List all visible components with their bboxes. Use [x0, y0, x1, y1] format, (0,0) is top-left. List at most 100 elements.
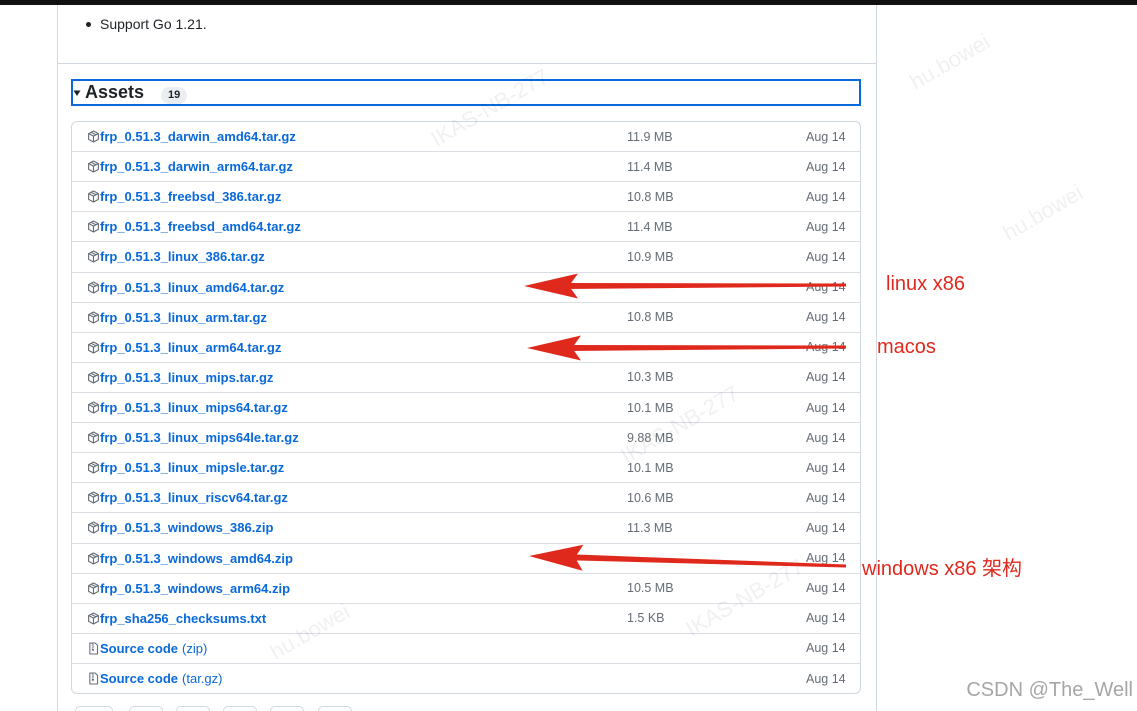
package-icon — [88, 461, 99, 474]
annotation-label: macos — [877, 336, 936, 358]
asset-date: Aug 14 — [806, 611, 846, 626]
triangle-down-icon — [73, 90, 81, 96]
package-icon — [88, 612, 99, 625]
asset-link[interactable]: frp_0.51.3_darwin_arm64.tar.gz — [87, 152, 293, 181]
reaction-button[interactable] — [318, 706, 352, 711]
package-icon — [88, 130, 99, 143]
release-note-item: Support Go 1.21. — [86, 15, 207, 33]
package-icon — [88, 371, 99, 384]
asset-name[interactable]: frp_0.51.3_linux_mips.tar.gz — [100, 370, 273, 385]
asset-link[interactable]: Source code (zip) — [87, 634, 207, 663]
asset-link[interactable]: frp_0.51.3_linux_arm.tar.gz — [87, 303, 267, 332]
asset-link[interactable]: Source code (tar.gz) — [87, 664, 223, 693]
asset-date: Aug 14 — [806, 249, 846, 264]
package-icon — [88, 341, 99, 354]
reaction-button[interactable] — [75, 706, 113, 711]
watermark-text: hu.bowei — [998, 179, 1088, 246]
section-divider — [57, 63, 877, 64]
package-icon — [88, 281, 99, 294]
asset-name[interactable]: frp_0.51.3_linux_arm64.tar.gz — [100, 340, 281, 355]
asset-name[interactable]: frp_sha256_checksums.txt — [100, 611, 266, 626]
asset-row: frp_0.51.3_linux_mips.tar.gz 10.3 MB Aug… — [72, 361, 860, 392]
asset-link[interactable]: frp_0.51.3_linux_mips64.tar.gz — [87, 393, 288, 422]
asset-date: Aug 14 — [806, 340, 846, 355]
package-icon — [88, 190, 99, 203]
asset-row: frp_0.51.3_freebsd_amd64.tar.gz 11.4 MB … — [72, 211, 860, 241]
asset-row: frp_0.51.3_windows_386.zip 11.3 MB Aug 1… — [72, 512, 860, 542]
assets-title: Assets — [85, 82, 145, 102]
asset-link[interactable]: frp_0.51.3_linux_mips64le.tar.gz — [87, 423, 299, 452]
asset-link[interactable]: frp_0.51.3_windows_386.zip — [87, 513, 273, 542]
asset-row: Source code (zip) Aug 14 — [72, 632, 860, 663]
asset-size: 11.9 MB — [627, 129, 673, 144]
asset-link[interactable]: frp_0.51.3_linux_mips.tar.gz — [87, 363, 273, 392]
asset-link[interactable]: frp_0.51.3_windows_arm64.zip — [87, 574, 290, 603]
package-icon — [88, 401, 99, 414]
asset-size: 10.8 MB — [627, 310, 674, 325]
asset-link[interactable]: frp_0.51.3_linux_386.tar.gz — [87, 242, 265, 271]
asset-link[interactable]: frp_sha256_checksums.txt — [87, 604, 266, 633]
reaction-button[interactable] — [129, 706, 163, 711]
asset-name[interactable]: frp_0.51.3_linux_mips64.tar.gz — [100, 400, 288, 415]
asset-row: frp_0.51.3_linux_arm.tar.gz 10.8 MB Aug … — [72, 301, 860, 332]
asset-name[interactable]: frp_0.51.3_linux_riscv64.tar.gz — [100, 490, 288, 505]
asset-size: 10.8 MB — [627, 189, 674, 204]
package-icon — [88, 431, 99, 444]
asset-row: frp_0.51.3_darwin_arm64.tar.gz 11.4 MB A… — [72, 151, 860, 181]
asset-format[interactable]: (tar.gz) — [182, 671, 222, 686]
asset-row: Source code (tar.gz) Aug 14 — [72, 662, 860, 693]
asset-date: Aug 14 — [806, 430, 846, 445]
reaction-button[interactable] — [176, 706, 210, 711]
asset-row: frp_0.51.3_linux_mips64le.tar.gz 9.88 MB… — [72, 422, 860, 452]
asset-size: 11.4 MB — [627, 219, 673, 234]
asset-link[interactable]: frp_0.51.3_linux_amd64.tar.gz — [87, 273, 284, 302]
asset-size: 9.88 MB — [627, 430, 674, 445]
reaction-button[interactable] — [223, 706, 257, 711]
asset-name[interactable]: frp_0.51.3_windows_amd64.zip — [100, 551, 293, 566]
asset-row: frp_0.51.3_linux_arm64.tar.gz Aug 14 — [72, 331, 860, 362]
assets-toggle[interactable]: Assets 19 — [71, 79, 861, 106]
asset-link[interactable]: frp_0.51.3_freebsd_amd64.tar.gz — [87, 212, 301, 241]
reaction-button[interactable] — [270, 706, 304, 711]
asset-size: 10.6 MB — [627, 490, 674, 505]
asset-link[interactable]: frp_0.51.3_windows_amd64.zip — [87, 544, 293, 573]
asset-name[interactable]: frp_0.51.3_freebsd_386.tar.gz — [100, 189, 281, 204]
asset-link[interactable]: frp_0.51.3_linux_riscv64.tar.gz — [87, 483, 288, 512]
asset-name[interactable]: frp_0.51.3_linux_arm.tar.gz — [100, 310, 267, 325]
asset-date: Aug 14 — [806, 219, 846, 234]
asset-row: frp_sha256_checksums.txt 1.5 KB Aug 14 — [72, 602, 860, 633]
asset-name[interactable]: frp_0.51.3_darwin_arm64.tar.gz — [100, 159, 293, 174]
asset-link[interactable]: frp_0.51.3_linux_arm64.tar.gz — [87, 333, 281, 362]
asset-name[interactable]: frp_0.51.3_windows_arm64.zip — [100, 581, 290, 596]
asset-size: 10.9 MB — [627, 249, 674, 264]
package-icon — [88, 521, 99, 534]
asset-link[interactable]: frp_0.51.3_freebsd_386.tar.gz — [87, 182, 281, 211]
asset-date: Aug 14 — [806, 159, 846, 174]
asset-name[interactable]: frp_0.51.3_darwin_amd64.tar.gz — [100, 129, 296, 144]
package-icon — [88, 311, 99, 324]
package-icon — [88, 582, 99, 595]
package-icon — [88, 220, 99, 233]
package-icon — [88, 250, 99, 263]
asset-size: 10.1 MB — [627, 400, 674, 415]
asset-format[interactable]: (zip) — [182, 641, 207, 656]
asset-name[interactable]: Source code — [100, 671, 178, 686]
asset-size: 10.3 MB — [627, 370, 674, 385]
asset-link[interactable]: frp_0.51.3_linux_mipsle.tar.gz — [87, 453, 284, 482]
asset-name[interactable]: frp_0.51.3_linux_386.tar.gz — [100, 249, 265, 264]
assets-count-badge: 19 — [161, 87, 188, 104]
asset-row: frp_0.51.3_linux_mipsle.tar.gz 10.1 MB A… — [72, 452, 860, 482]
file-zip-icon — [89, 642, 99, 655]
annotation-label: windows x86 架构 — [862, 558, 1023, 580]
asset-link[interactable]: frp_0.51.3_darwin_amd64.tar.gz — [87, 122, 296, 151]
asset-name[interactable]: frp_0.51.3_linux_mips64le.tar.gz — [100, 430, 299, 445]
asset-name[interactable]: frp_0.51.3_linux_amd64.tar.gz — [100, 280, 284, 295]
file-zip-icon — [89, 672, 99, 685]
asset-name[interactable]: frp_0.51.3_freebsd_amd64.tar.gz — [100, 219, 301, 234]
asset-name[interactable]: frp_0.51.3_linux_mipsle.tar.gz — [100, 460, 284, 475]
asset-date: Aug 14 — [806, 400, 846, 415]
asset-name[interactable]: frp_0.51.3_windows_386.zip — [100, 520, 273, 535]
asset-date: Aug 14 — [806, 370, 846, 385]
asset-name[interactable]: Source code — [100, 641, 178, 656]
asset-date: Aug 14 — [806, 671, 846, 686]
